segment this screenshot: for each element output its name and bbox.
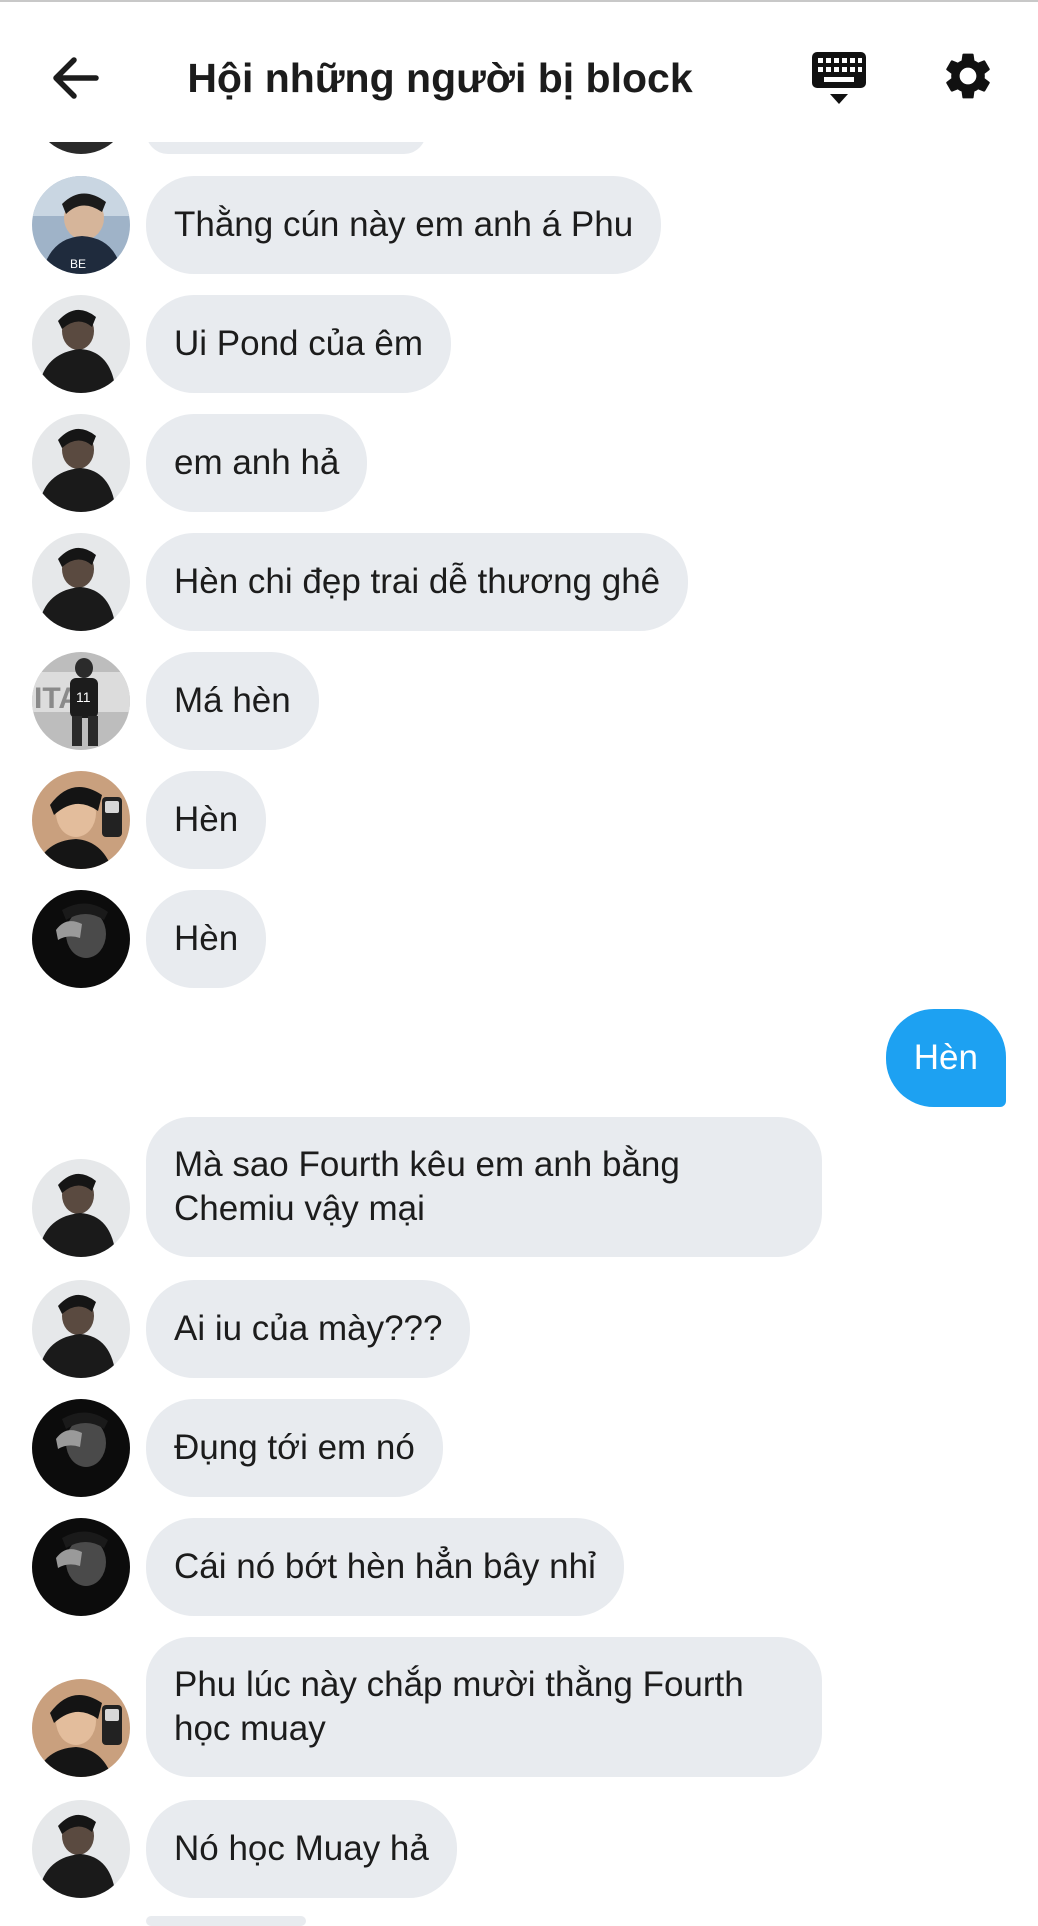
message-bubble[interactable]: Nó học Muay hả [146, 1800, 457, 1898]
message-text: em anh hả [174, 443, 340, 482]
avatar[interactable] [32, 295, 130, 393]
back-button[interactable] [40, 42, 110, 114]
message-text: Hèn [174, 800, 239, 839]
avatar[interactable]: ITAL 11 [32, 652, 130, 750]
partial-bubble [146, 1916, 306, 1926]
back-arrow-icon [53, 57, 99, 99]
message-text: Hèn [174, 919, 239, 958]
message-text: Hèn [913, 1038, 978, 1077]
avatar[interactable] [32, 890, 130, 988]
avatar[interactable]: BE [32, 176, 130, 274]
avatar[interactable] [32, 1679, 130, 1777]
message-text: Đụng tới em nó [174, 1428, 415, 1467]
message-row: ITAL 11 Má hèn [0, 652, 1038, 750]
message-row: Nó học Muay hả [0, 1800, 1038, 1898]
avatar[interactable] [32, 1399, 130, 1497]
message-text: Má hèn [174, 681, 291, 720]
avatar[interactable] [32, 1518, 130, 1616]
message-row-outgoing: Hèn [0, 1009, 1038, 1107]
avatar[interactable] [32, 533, 130, 631]
message-bubble[interactable]: Phu lúc này chắp mười thằng Fourth học m… [146, 1637, 822, 1777]
message-bubble[interactable]: em anh hả [146, 414, 368, 512]
avatar[interactable] [32, 414, 130, 512]
keyboard-icon [812, 52, 866, 104]
message-row: Mà sao Fourth kêu em anh bằng Chemiu vậy… [0, 1117, 1038, 1257]
svg-text:11: 11 [76, 689, 91, 705]
avatar[interactable] [32, 1280, 130, 1378]
message-bubble[interactable]: Thằng cún này em anh á Phu [146, 176, 662, 274]
gear-icon [946, 53, 990, 99]
message-text: Ai iu của mày??? [174, 1309, 443, 1348]
message-row: em anh hả [0, 414, 1038, 512]
avatar[interactable] [32, 771, 130, 869]
message-row: BE Thằng cún này em anh á Phu [0, 176, 1038, 274]
message-text: Mà sao Fourth kêu em anh bằng Chemiu vậy… [174, 1145, 680, 1228]
message-bubble-outgoing[interactable]: Hèn [885, 1009, 1006, 1107]
message-row: Ai iu của mày??? [0, 1280, 1038, 1378]
message-text: Hèn chi đẹp trai dễ thương ghê [174, 562, 661, 601]
avatar[interactable] [32, 1800, 130, 1898]
message-bubble[interactable]: Hèn [146, 890, 267, 988]
message-row: Phu lúc này chắp mười thằng Fourth học m… [0, 1637, 1038, 1777]
avatar[interactable] [32, 1159, 130, 1257]
chat-header: Hội những người bị block [0, 2, 1038, 142]
svg-text:BE: BE [70, 257, 86, 271]
message-bubble[interactable]: Hèn chi đẹp trai dễ thương ghê [146, 533, 689, 631]
message-row: Hèn chi đẹp trai dễ thương ghê [0, 533, 1038, 631]
message-bubble[interactable]: Đụng tới em nó [146, 1399, 443, 1497]
settings-button[interactable] [940, 48, 1006, 114]
message-text: Ui Pond của êm [174, 324, 424, 363]
message-text: Thằng cún này em anh á Phu [174, 205, 634, 244]
message-list[interactable]: BE Thằng cún này em anh á Phu Ui Pond củ… [0, 0, 1038, 1926]
message-bubble[interactable]: Cái nó bớt hèn hẳn bây nhỉ [146, 1518, 624, 1616]
message-bubble[interactable]: Má hèn [146, 652, 319, 750]
message-bubble[interactable]: Hèn [146, 771, 267, 869]
message-text: Nó học Muay hả [174, 1829, 429, 1868]
message-row: Đụng tới em nó [0, 1399, 1038, 1497]
message-bubble[interactable]: Ui Pond của êm [146, 295, 452, 393]
message-text: Cái nó bớt hèn hẳn bây nhỉ [174, 1547, 596, 1586]
message-row: Hèn [0, 771, 1038, 869]
message-bubble[interactable]: Mà sao Fourth kêu em anh bằng Chemiu vậy… [146, 1117, 822, 1257]
message-row: Cái nó bớt hèn hẳn bây nhỉ [0, 1518, 1038, 1616]
message-bubble[interactable]: Ai iu của mày??? [146, 1280, 471, 1378]
page-title: Hội những người bị block [187, 55, 693, 101]
message-text: Phu lúc này chắp mười thằng Fourth học m… [174, 1665, 744, 1748]
keyboard-button[interactable] [810, 50, 878, 112]
message-row: Hèn [0, 890, 1038, 988]
message-row: Ui Pond của êm [0, 295, 1038, 393]
